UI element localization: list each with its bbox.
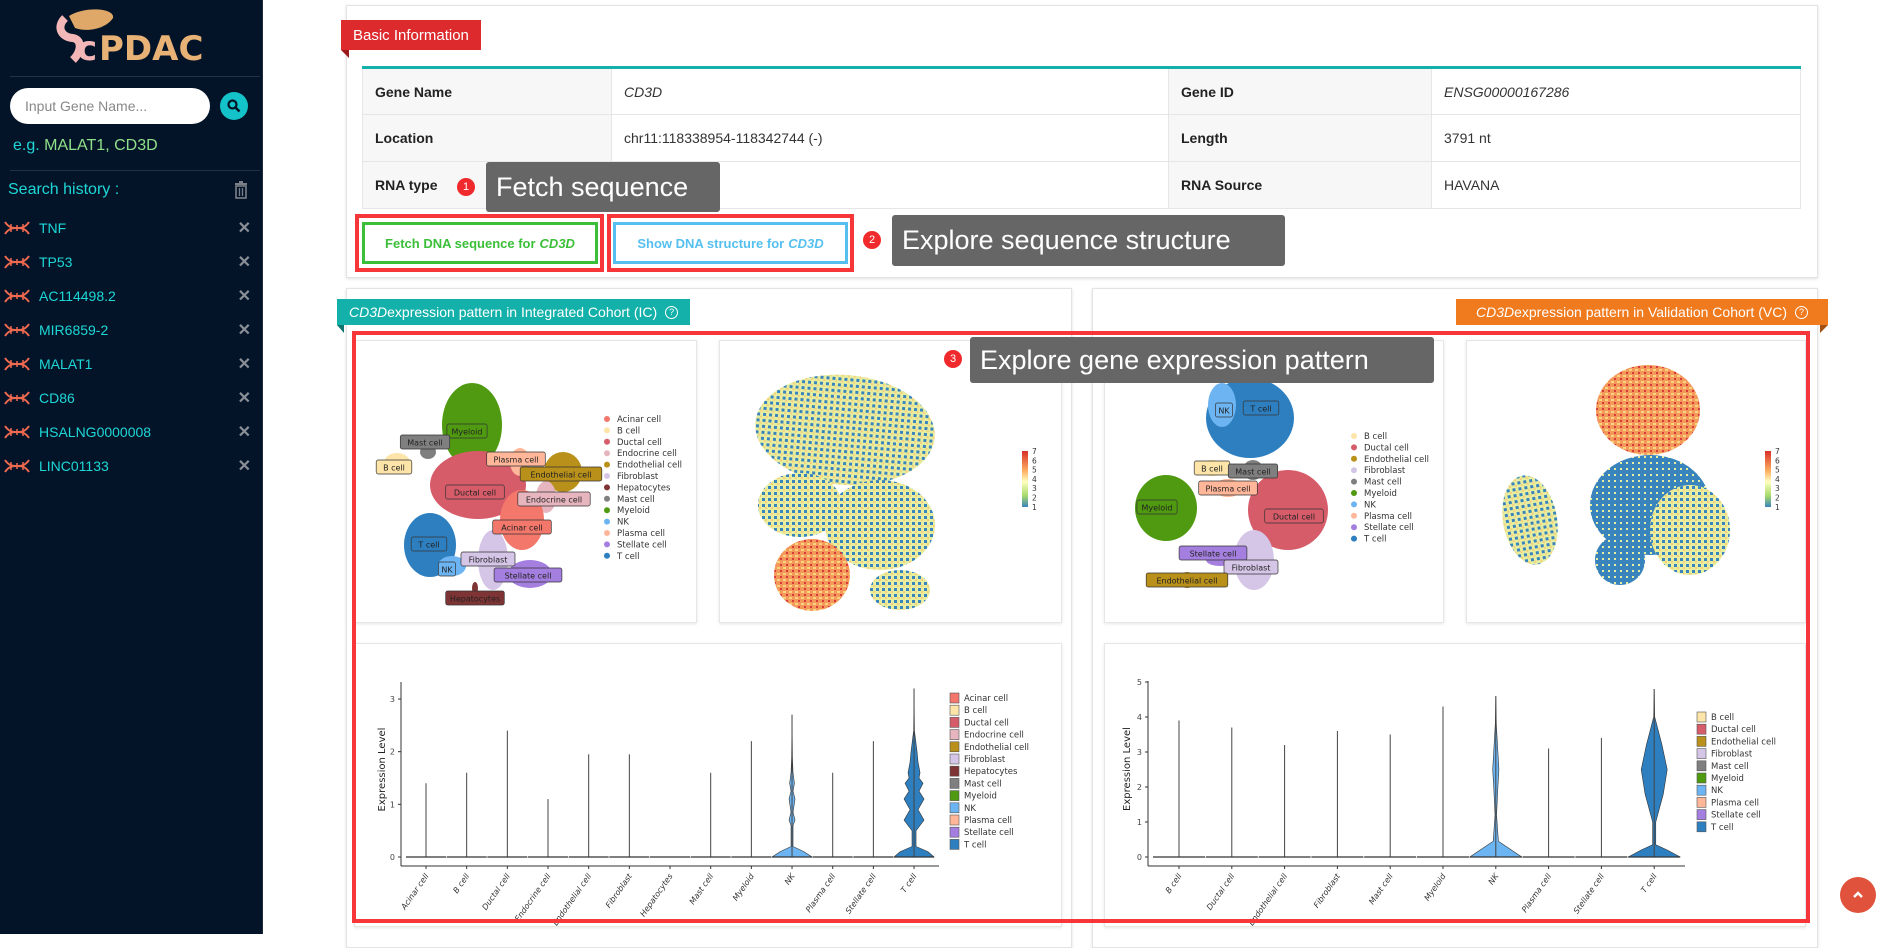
annotation-badge-3: 3 [944,350,962,368]
scroll-to-top-button[interactable] [1840,877,1876,913]
chevron-up-icon [1853,891,1863,898]
annotation-tooltip-3: Explore gene expression pattern [970,337,1434,383]
annotation-box-3 [352,331,1810,923]
